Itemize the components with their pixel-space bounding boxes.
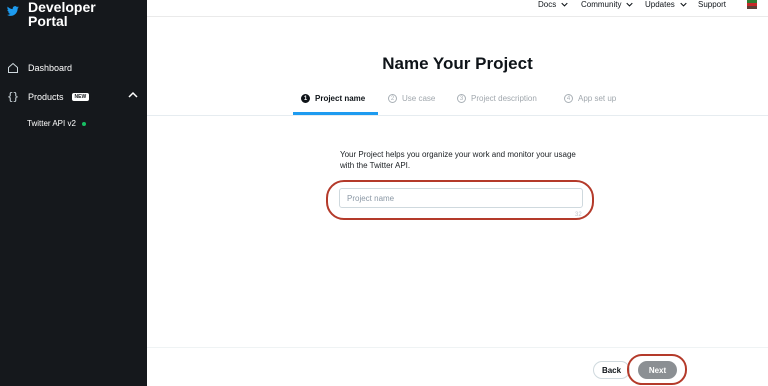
step-project-name[interactable]: 1 Project name bbox=[301, 94, 365, 103]
step-number: 4 bbox=[564, 94, 573, 103]
sidebar-item-products[interactable]: {} Products NEW bbox=[6, 90, 138, 103]
back-button[interactable]: Back bbox=[593, 361, 630, 379]
nav-label: Docs bbox=[538, 0, 557, 9]
nav-community[interactable]: Community bbox=[581, 0, 634, 9]
chevron-down-icon bbox=[680, 2, 687, 7]
braces-icon: {} bbox=[6, 90, 19, 103]
step-app-set-up[interactable]: 4 App set up bbox=[564, 94, 616, 103]
step-number: 2 bbox=[388, 94, 397, 103]
project-name-input[interactable] bbox=[339, 188, 583, 208]
step-use-case[interactable]: 2 Use case bbox=[388, 94, 435, 103]
sub-item-label: Twitter API v2 bbox=[27, 119, 76, 128]
nav-label: Support bbox=[698, 0, 727, 9]
sidebar: Developer Portal Dashboard {} Products N… bbox=[0, 0, 147, 386]
nav-label: Community bbox=[581, 0, 622, 9]
new-badge: NEW bbox=[71, 92, 90, 101]
nav-support[interactable]: Support bbox=[698, 0, 726, 9]
step-project-description[interactable]: 3 Project description bbox=[457, 94, 537, 103]
chevron-down-icon bbox=[561, 2, 568, 7]
home-icon bbox=[6, 61, 19, 74]
twitter-bird-icon bbox=[7, 6, 19, 16]
chevron-down-icon bbox=[626, 2, 634, 7]
project-description-text: Your Project helps you organize your wor… bbox=[340, 150, 576, 170]
sidebar-item-dashboard[interactable]: Dashboard bbox=[6, 61, 72, 74]
nav-updates[interactable]: Updates bbox=[645, 0, 687, 9]
sidebar-item-twitter-api-v2[interactable]: Twitter API v2 bbox=[27, 119, 86, 128]
step-label: Project name bbox=[315, 94, 366, 103]
footer-divider bbox=[147, 347, 768, 348]
chevron-up-icon[interactable] bbox=[128, 90, 138, 100]
step-label: Use case bbox=[402, 94, 436, 103]
sidebar-item-label: Dashboard bbox=[28, 62, 73, 73]
active-step-underline bbox=[293, 112, 378, 115]
step-label: Project description bbox=[471, 94, 537, 103]
step-number: 3 bbox=[457, 94, 466, 103]
nav-label: Updates bbox=[645, 0, 675, 9]
step-number: 1 bbox=[301, 94, 310, 103]
character-counter: 32 bbox=[575, 212, 582, 218]
brand-line-2: Portal bbox=[28, 13, 68, 29]
page-title: Name Your Project bbox=[382, 54, 533, 73]
avatar[interactable] bbox=[746, 0, 758, 11]
sidebar-item-label: Products bbox=[28, 91, 64, 102]
nav-docs[interactable]: Docs bbox=[538, 0, 568, 9]
next-button[interactable]: Next bbox=[638, 361, 677, 379]
status-dot bbox=[81, 121, 86, 126]
stepper-divider bbox=[147, 115, 768, 116]
brand[interactable]: Developer Portal bbox=[7, 0, 96, 28]
step-label: App set up bbox=[578, 94, 617, 103]
brand-line-1: Developer bbox=[28, 0, 96, 15]
